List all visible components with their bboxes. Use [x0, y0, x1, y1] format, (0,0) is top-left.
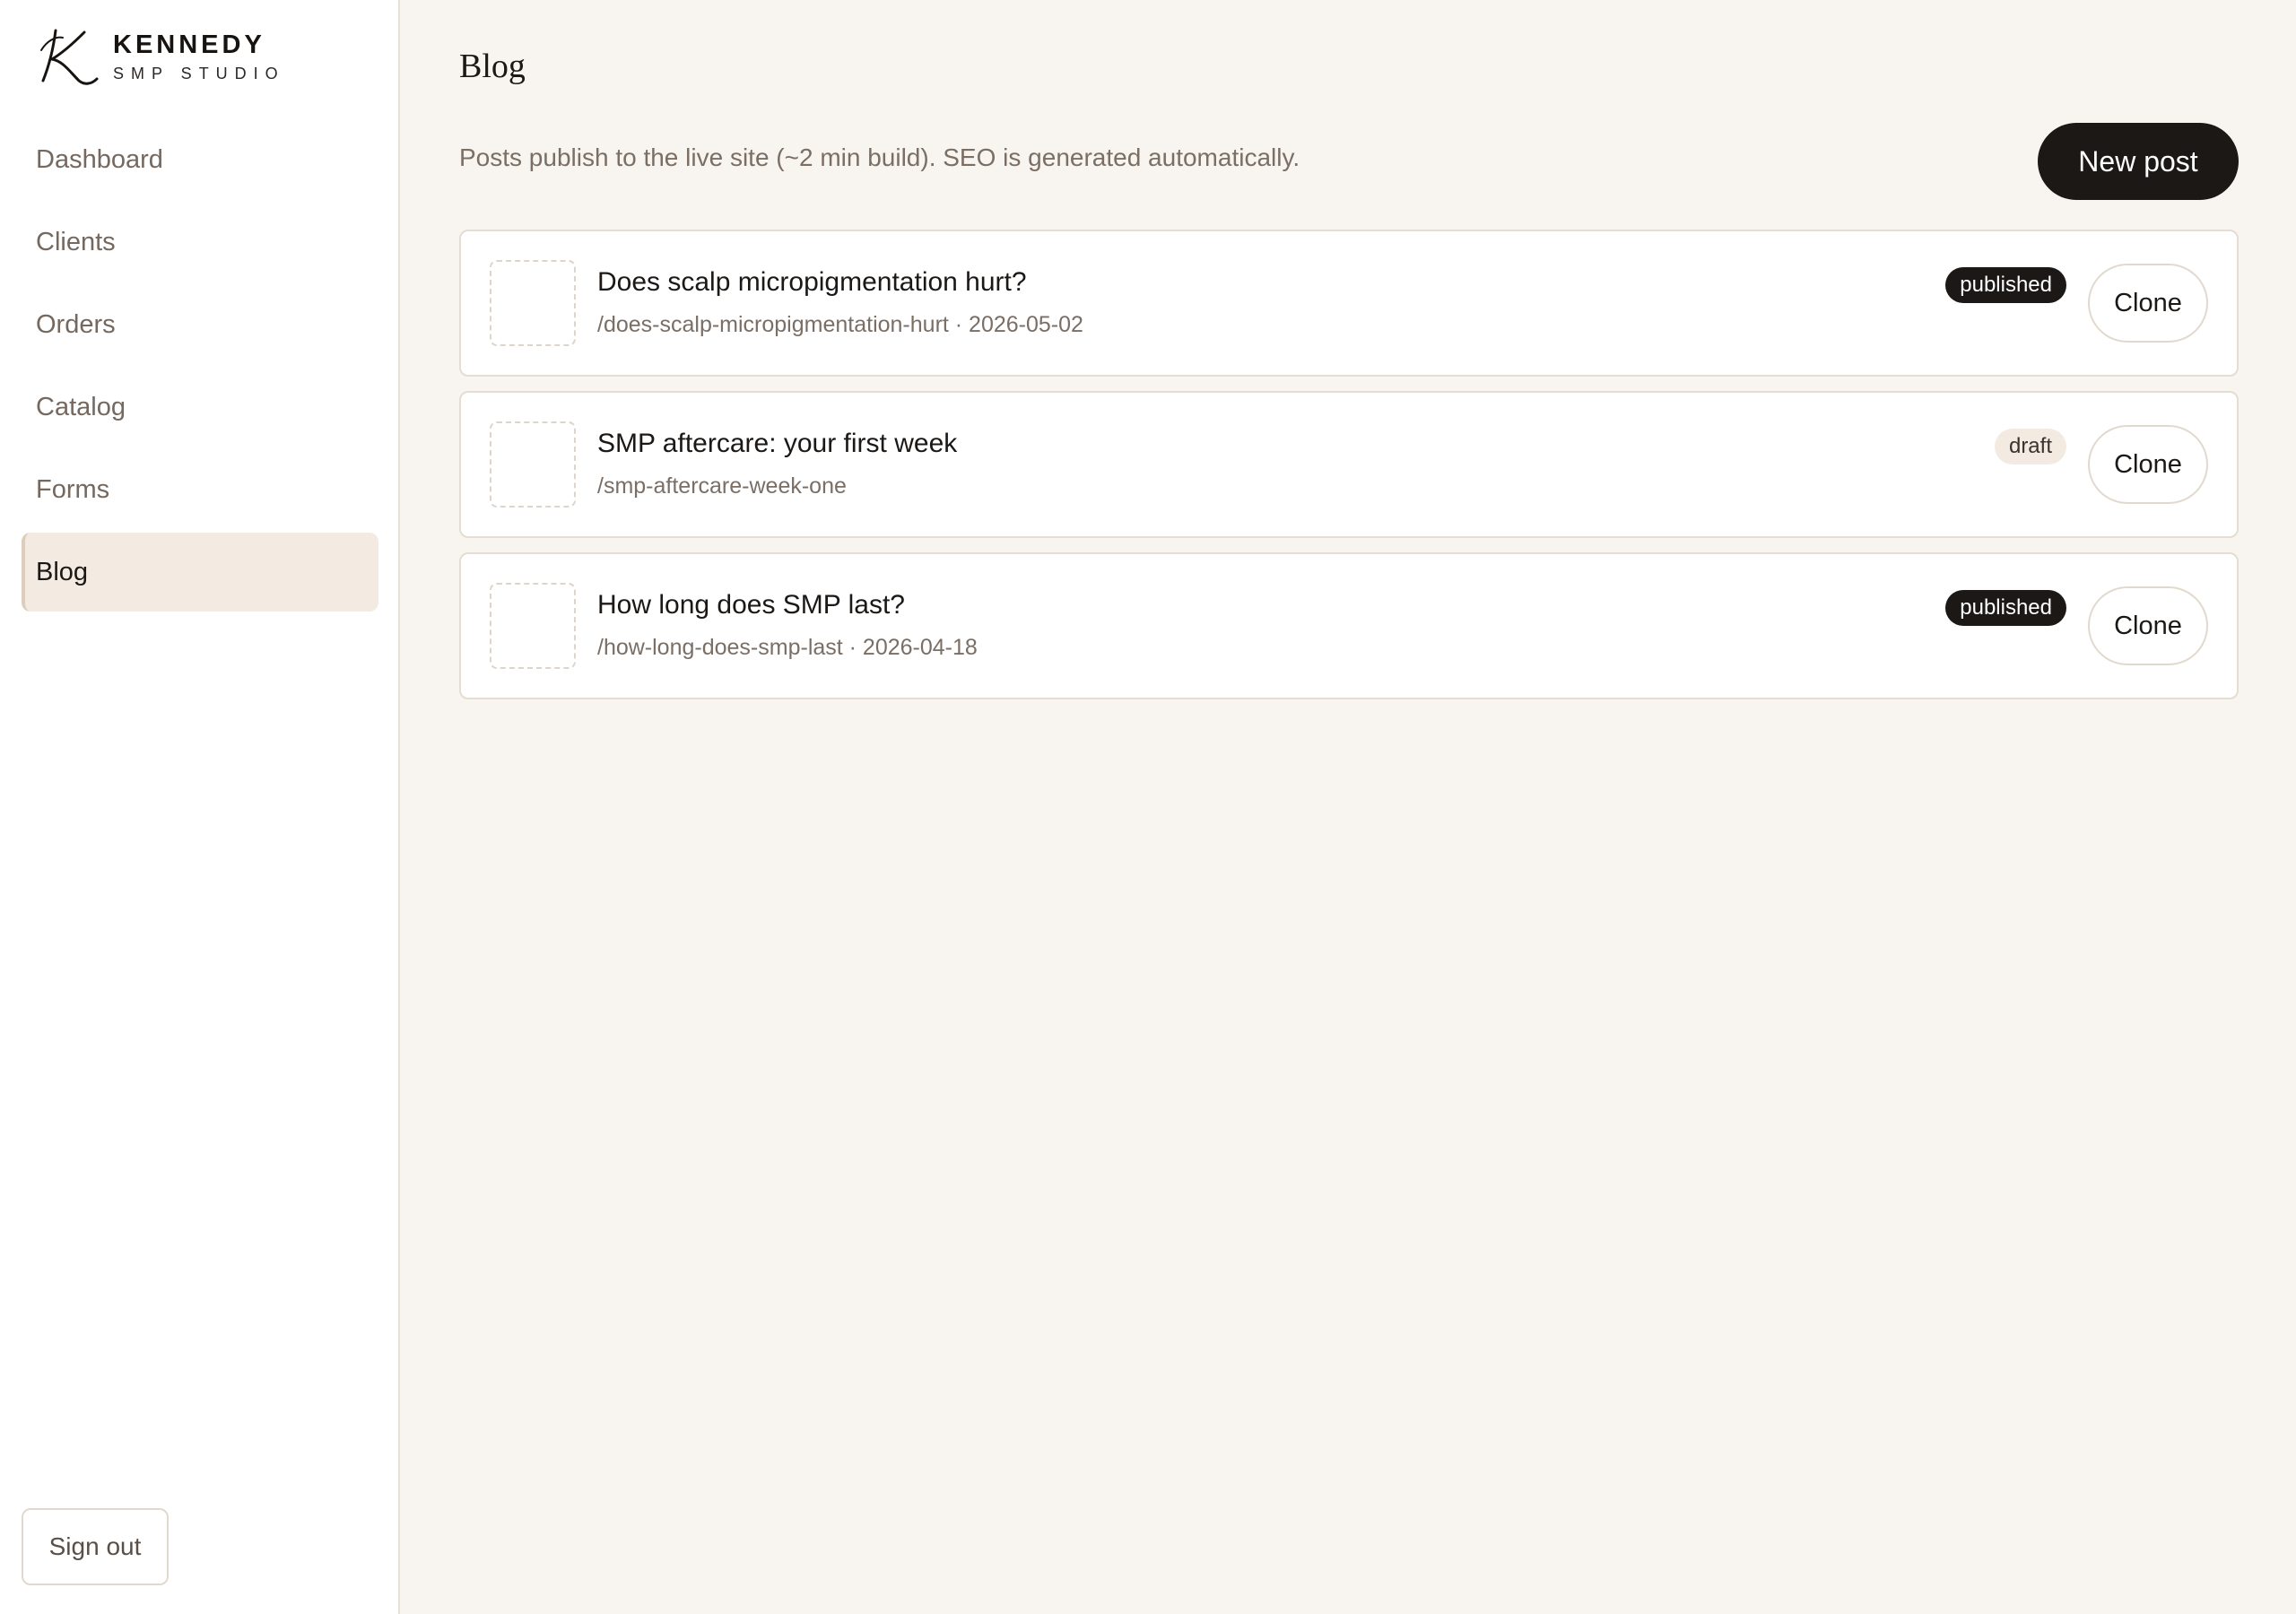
- status-badge: published: [1945, 590, 2066, 626]
- post-title[interactable]: How long does SMP last?: [597, 590, 905, 620]
- post-thumbnail-placeholder[interactable]: [490, 583, 576, 669]
- post-row[interactable]: How long does SMP last? /how-long-does-s…: [459, 552, 2239, 699]
- post-list: Does scalp micropigmentation hurt? /does…: [459, 230, 2239, 714]
- sidebar-item-blog[interactable]: Blog: [22, 533, 378, 612]
- brand-subtitle: SMP STUDIO: [113, 64, 285, 82]
- post-meta: /how-long-does-smp-last · 2026-04-18: [597, 635, 978, 660]
- clone-button[interactable]: Clone: [2088, 425, 2208, 504]
- brand-name: KENNEDY: [113, 30, 265, 59]
- page-subtitle: Posts publish to the live site (~2 min b…: [459, 143, 1300, 171]
- sidebar: KENNEDY SMP STUDIO Dashboard Clients Ord…: [0, 0, 400, 1614]
- app-root: KENNEDY SMP STUDIO Dashboard Clients Ord…: [0, 0, 2296, 1614]
- brand-text: KENNEDY SMP STUDIO: [113, 30, 285, 82]
- clone-button[interactable]: Clone: [2088, 264, 2208, 343]
- post-title[interactable]: SMP aftercare: your first week: [597, 429, 957, 459]
- post-thumbnail-placeholder[interactable]: [490, 260, 576, 346]
- sign-out-button[interactable]: Sign out: [22, 1508, 169, 1585]
- sidebar-item-forms[interactable]: Forms: [22, 450, 378, 529]
- sidebar-item-clients[interactable]: Clients: [22, 203, 378, 282]
- clone-button[interactable]: Clone: [2088, 586, 2208, 665]
- post-title[interactable]: Does scalp micropigmentation hurt?: [597, 267, 1027, 298]
- post-row[interactable]: Does scalp micropigmentation hurt? /does…: [459, 230, 2239, 377]
- k-monogram-icon: [40, 29, 99, 85]
- main-content: Blog Posts publish to the live site (~2 …: [400, 0, 2296, 1614]
- status-badge: draft: [1994, 429, 2066, 464]
- post-row[interactable]: SMP aftercare: your first week /smp-afte…: [459, 391, 2239, 538]
- new-post-button[interactable]: New post: [2038, 123, 2239, 200]
- sidebar-nav: Dashboard Clients Orders Catalog Forms B…: [22, 120, 378, 615]
- post-thumbnail-placeholder[interactable]: [490, 421, 576, 508]
- post-meta: /does-scalp-micropigmentation-hurt · 202…: [597, 312, 1083, 337]
- status-badge: published: [1945, 267, 2066, 303]
- post-meta: /smp-aftercare-week-one: [597, 473, 847, 499]
- sidebar-item-orders[interactable]: Orders: [22, 285, 378, 364]
- page-title: Blog: [459, 48, 526, 85]
- sidebar-item-catalog[interactable]: Catalog: [22, 368, 378, 447]
- sidebar-item-dashboard[interactable]: Dashboard: [22, 120, 378, 199]
- brand-logo[interactable]: KENNEDY SMP STUDIO: [36, 25, 285, 88]
